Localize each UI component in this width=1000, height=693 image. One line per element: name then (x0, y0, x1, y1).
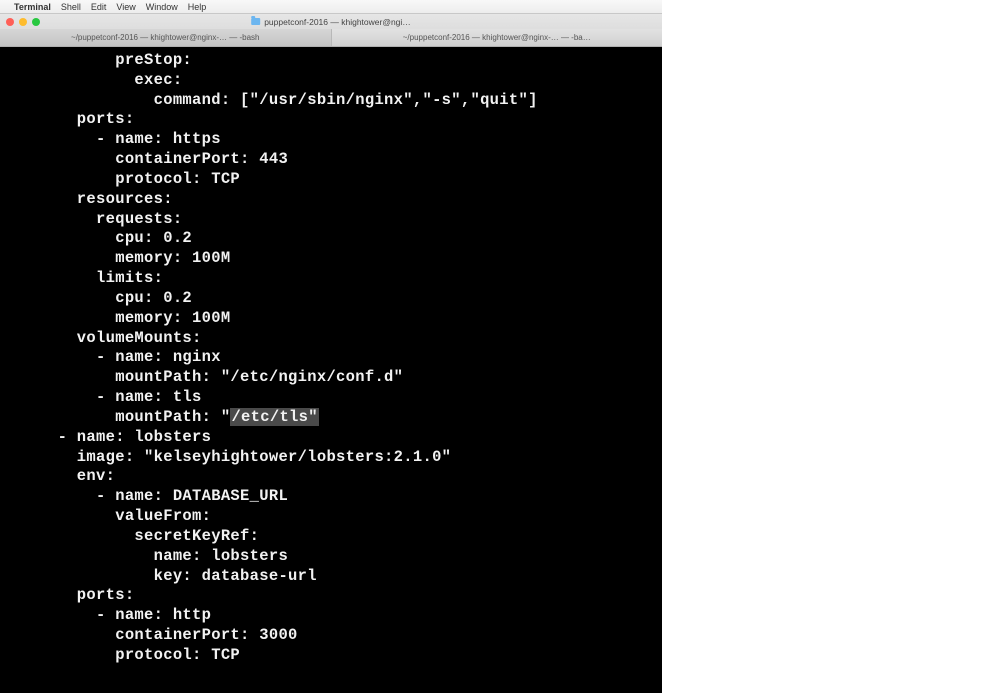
code-line: cpu: 0.2 (0, 289, 662, 309)
menu-shell[interactable]: Shell (61, 2, 81, 12)
code-line: memory: 100M (0, 249, 662, 269)
traffic-lights (6, 18, 40, 26)
code-line: name: lobsters (0, 547, 662, 567)
terminal-output: preStop: exec: command: ["/usr/sbin/ngin… (0, 47, 662, 666)
code-line: ports: (0, 586, 662, 606)
code-line: limits: (0, 269, 662, 289)
code-line: resources: (0, 190, 662, 210)
tab-2-label: ~/puppetconf-2016 — khightower@nginx-… —… (403, 33, 591, 42)
terminal-screen: Terminal Shell Edit View Window Help pup… (0, 0, 662, 692)
code-line: secretKeyRef: (0, 527, 662, 547)
code-line: mountPath: "/etc/tls" (0, 408, 662, 428)
folder-icon (251, 18, 260, 25)
code-line: - name: lobsters (0, 428, 662, 448)
code-line: image: "kelseyhightower/lobsters:2.1.0" (0, 448, 662, 468)
code-line: protocol: TCP (0, 170, 662, 190)
window-title-text: puppetconf-2016 — khightower@ngi… (264, 17, 411, 27)
menu-app-name[interactable]: Terminal (14, 2, 51, 12)
code-line: preStop: (0, 51, 662, 71)
code-line: exec: (0, 71, 662, 91)
code-line: requests: (0, 210, 662, 230)
macos-menu-bar: Terminal Shell Edit View Window Help (0, 0, 662, 14)
highlighted-text: /etc/tls" (230, 408, 318, 426)
code-line: memory: 100M (0, 309, 662, 329)
window-chrome: puppetconf-2016 — khightower@ngi… ~/pupp… (0, 14, 662, 47)
menu-edit[interactable]: Edit (91, 2, 107, 12)
code-line: - name: tls (0, 388, 662, 408)
close-button[interactable] (6, 18, 14, 26)
code-line: containerPort: 3000 (0, 626, 662, 646)
terminal-body[interactable]: preStop: exec: command: ["/usr/sbin/ngin… (0, 47, 662, 693)
tab-2[interactable]: ~/puppetconf-2016 — khightower@nginx-… —… (332, 29, 663, 46)
tab-1[interactable]: ~/puppetconf-2016 — khightower@nginx-… —… (0, 29, 332, 46)
window-title: puppetconf-2016 — khightower@ngi… (251, 17, 411, 27)
code-line: ports: (0, 110, 662, 130)
code-line: mountPath: "/etc/nginx/conf.d" (0, 368, 662, 388)
code-line: - name: nginx (0, 348, 662, 368)
tab-1-label: ~/puppetconf-2016 — khightower@nginx-… —… (71, 33, 259, 42)
menu-window[interactable]: Window (146, 2, 178, 12)
code-line: volumeMounts: (0, 329, 662, 349)
code-line: protocol: TCP (0, 646, 662, 666)
code-line: containerPort: 443 (0, 150, 662, 170)
code-line: key: database-url (0, 567, 662, 587)
minimize-button[interactable] (19, 18, 27, 26)
zoom-button[interactable] (32, 18, 40, 26)
window-title-bar: puppetconf-2016 — khightower@ngi… (0, 14, 662, 29)
code-line: command: ["/usr/sbin/nginx","-s","quit"] (0, 91, 662, 111)
tab-bar: ~/puppetconf-2016 — khightower@nginx-… —… (0, 29, 662, 46)
menu-view[interactable]: View (116, 2, 135, 12)
code-line: valueFrom: (0, 507, 662, 527)
code-line: - name: DATABASE_URL (0, 487, 662, 507)
code-line: - name: https (0, 130, 662, 150)
code-line: - name: http (0, 606, 662, 626)
menu-help[interactable]: Help (188, 2, 207, 12)
code-line: env: (0, 467, 662, 487)
code-line: cpu: 0.2 (0, 229, 662, 249)
